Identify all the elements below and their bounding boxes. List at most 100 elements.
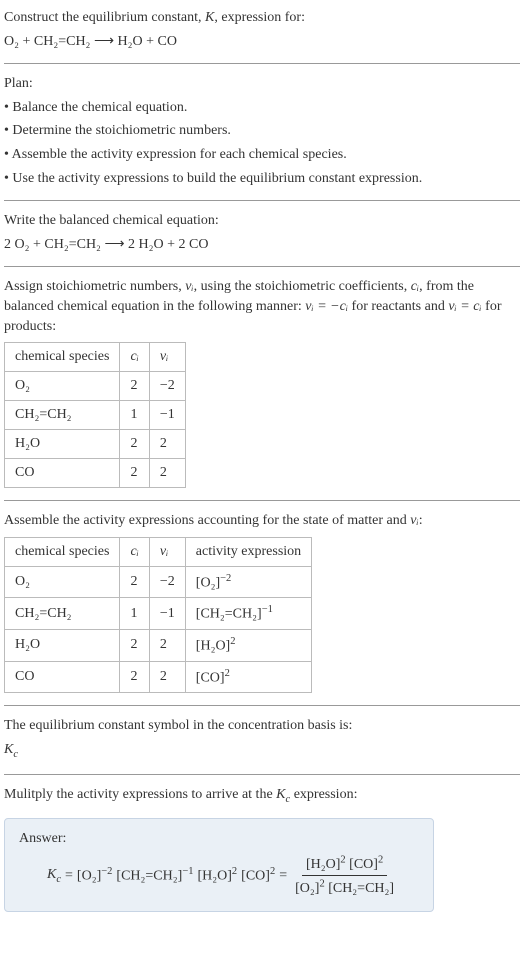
activity-text-a: Assemble the activity expressions accoun… [4, 513, 410, 528]
stoich-text-b: , using the stoichiometric coefficients, [194, 279, 411, 294]
stoich-nu: νᵢ [185, 279, 193, 294]
act-base: [H₂O] [196, 639, 230, 654]
kc-K: K [47, 867, 56, 882]
cell-nui: −2 [149, 372, 185, 401]
equals: = [65, 868, 73, 884]
cell-nui: 2 [149, 661, 185, 693]
balanced-rhs: 2 H₂O + 2 CO [128, 237, 208, 252]
cell-ci: 2 [120, 430, 149, 459]
cell-species: H₂O [5, 430, 120, 459]
cell-ci: 1 [120, 401, 149, 430]
plan-bullet-2: • Determine the stoichiometric numbers. [4, 121, 520, 141]
col-nui: νᵢ [149, 537, 185, 566]
intro-K: K [205, 10, 214, 25]
plan-section: Plan: • Balance the chemical equation. •… [4, 74, 520, 188]
kc-sub: c [13, 749, 18, 760]
plan-bullet-3: • Assemble the activity expression for e… [4, 145, 520, 165]
cell-species: CH₂=CH₂ [5, 401, 120, 430]
cell-ci: 2 [120, 459, 149, 488]
intro-text-pre: Construct the equilibrium constant, [4, 10, 205, 25]
cell-species: CH₂=CH₂ [5, 598, 120, 630]
col-nui: νᵢ [149, 343, 185, 372]
cell-species: CO [5, 459, 120, 488]
t1-exp: −2 [101, 866, 112, 877]
act-exp: 2 [225, 668, 230, 679]
divider [4, 705, 520, 706]
term-4: [CO]2 [241, 866, 275, 885]
symbol-line: The equilibrium constant symbol in the c… [4, 716, 520, 736]
final-section: Mulitply the activity expressions to arr… [4, 785, 520, 911]
col-activity: activity expression [185, 537, 311, 566]
cell-ci: 2 [120, 661, 149, 693]
num1-exp: 2 [340, 855, 345, 866]
cell-nui: 2 [149, 430, 185, 459]
kc-K: K [4, 742, 13, 757]
divider [4, 774, 520, 775]
table-row: O₂ 2 −2 [5, 372, 186, 401]
plan-bullet-4: • Use the activity expressions to build … [4, 169, 520, 189]
num-2: [CO]2 [349, 857, 383, 872]
cell-nui: −1 [149, 401, 185, 430]
act-base: [CH₂=CH₂] [196, 607, 262, 622]
balanced-equation: 2 O₂ + CH₂=CH₂ ⟶ 2 H₂O + 2 CO [4, 235, 520, 255]
cell-nui: 2 [149, 459, 185, 488]
cell-activity: [CO]2 [185, 661, 311, 693]
table-row: CO 2 2 [5, 459, 186, 488]
act-exp: 2 [230, 636, 235, 647]
cell-activity: [O₂]−2 [185, 566, 311, 598]
cell-ci: 2 [120, 372, 149, 401]
intro-eqn-lhs: O₂ + CH₂=CH₂ [4, 34, 90, 49]
stoich-c: cᵢ [411, 279, 419, 294]
cell-activity: [CH₂=CH₂]−1 [185, 598, 311, 630]
final-line: Mulitply the activity expressions to arr… [4, 785, 520, 807]
divider [4, 63, 520, 64]
cell-activity: [H₂O]2 [185, 630, 311, 662]
final-line-b: expression: [290, 787, 357, 802]
divider [4, 200, 520, 201]
act-exp: −1 [262, 604, 273, 615]
cell-nui: −2 [149, 566, 185, 598]
fraction-denominator: [O₂]2 [CH₂=CH₂] [291, 876, 398, 897]
activity-text-b: : [419, 513, 423, 528]
intro-section: Construct the equilibrium constant, K, e… [4, 8, 520, 51]
plan-heading: Plan: [4, 74, 520, 94]
table-row: CO 2 2 [CO]2 [5, 661, 312, 693]
t4-base: [CO] [241, 869, 270, 884]
answer-box: Answer: Kc = [O₂]−2 [CH₂=CH₂]−1 [H₂O]2 [… [4, 818, 434, 912]
cell-species: O₂ [5, 566, 120, 598]
den2-base: [CH₂=CH₂] [328, 881, 394, 896]
cell-ci: 2 [120, 566, 149, 598]
balanced-heading: Write the balanced chemical equation: [4, 211, 520, 231]
intro-equation: O₂ + CH₂=CH₂ ⟶ H₂O + CO [4, 32, 520, 52]
col-ci: cᵢ [120, 343, 149, 372]
balanced-lhs: 2 O₂ + CH₂=CH₂ [4, 237, 101, 252]
cell-nui: 2 [149, 630, 185, 662]
den-1: [O₂]2 [295, 881, 325, 896]
act-base: [CO] [196, 670, 225, 685]
num2-base: [CO] [349, 857, 378, 872]
t2-exp: −1 [182, 866, 193, 877]
col-species: chemical species [5, 343, 120, 372]
term-3: [H₂O]2 [197, 866, 237, 885]
symbol-section: The equilibrium constant symbol in the c… [4, 716, 520, 762]
num2-exp: 2 [378, 855, 383, 866]
cell-ci: 1 [120, 598, 149, 630]
answer-formula: Kc = [O₂]−2 [CH₂=CH₂]−1 [H₂O]2 [CO]2 = [… [19, 855, 419, 897]
table-header-row: chemical species cᵢ νᵢ activity expressi… [5, 537, 312, 566]
stoich-rel2: νᵢ = cᵢ [448, 299, 481, 314]
final-kc: K [276, 787, 285, 802]
balanced-section: Write the balanced chemical equation: 2 … [4, 211, 520, 254]
t4-exp: 2 [270, 866, 275, 877]
fraction: [H₂O]2 [CO]2 [O₂]2 [CH₂=CH₂] [291, 855, 398, 897]
cell-nui: −1 [149, 598, 185, 630]
kc-lhs: Kc [47, 867, 61, 885]
cell-ci: 2 [120, 630, 149, 662]
plan-bullet-1: • Balance the chemical equation. [4, 98, 520, 118]
cell-species: CO [5, 661, 120, 693]
num-1: [H₂O]2 [306, 857, 346, 872]
intro-line1: Construct the equilibrium constant, K, e… [4, 8, 520, 28]
term-2: [CH₂=CH₂]−1 [116, 866, 193, 885]
divider [4, 500, 520, 501]
intro-eqn-rhs: H₂O + CO [118, 34, 177, 49]
act-exp: −2 [220, 573, 231, 584]
